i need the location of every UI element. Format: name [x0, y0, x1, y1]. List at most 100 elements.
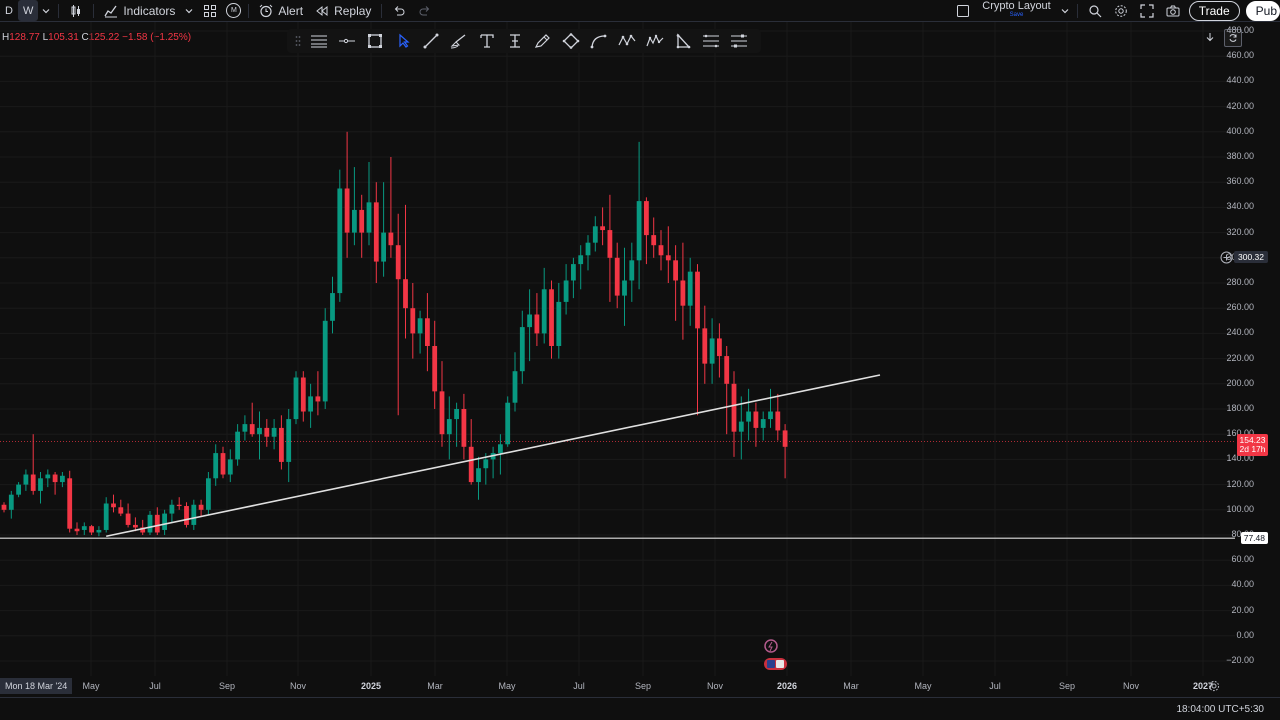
chevron-down-icon — [185, 8, 193, 13]
snapshot-button[interactable] — [1160, 0, 1186, 21]
current-price-label: 154.23 2d 17h — [1237, 434, 1268, 457]
candle-down — [264, 427, 270, 437]
tool-text-cursor[interactable] — [501, 29, 529, 53]
tool-cursor[interactable] — [389, 29, 417, 53]
drawing-toolbar — [287, 29, 761, 53]
redo-button[interactable] — [412, 0, 438, 21]
templates-button[interactable] — [197, 0, 223, 21]
publish-button[interactable]: Pub — [1243, 0, 1280, 21]
replay-button[interactable]: Replay — [309, 0, 377, 21]
grip-handle[interactable] — [291, 29, 305, 53]
scroll-to-latest-button[interactable] — [1202, 29, 1218, 45]
undo-button[interactable] — [386, 0, 412, 21]
chart-type-button[interactable] — [63, 0, 89, 21]
trade-button[interactable]: Trade — [1186, 0, 1243, 21]
candle-up — [592, 226, 598, 243]
chevron-down-icon — [42, 8, 50, 13]
tool-lines[interactable] — [305, 29, 333, 53]
candle-up — [38, 478, 43, 491]
m-badge-button[interactable]: M — [223, 0, 244, 21]
candle-down — [731, 383, 737, 432]
alert-button[interactable]: Alert — [253, 0, 309, 21]
indicators-dropdown[interactable] — [181, 0, 197, 21]
cursor-icon — [399, 33, 410, 48]
zigzag-icon — [618, 34, 636, 46]
tool-measure[interactable] — [725, 29, 753, 53]
tool-pen[interactable] — [529, 29, 557, 53]
price-tick-label: −20.00 — [1226, 655, 1254, 665]
horizontal-line-price-label: 77.48 — [1240, 532, 1268, 545]
candle-up — [454, 409, 459, 420]
price-tick-label: 40.00 — [1231, 579, 1254, 590]
tool-triangle[interactable] — [669, 29, 697, 53]
chart-grid — [0, 22, 1235, 676]
trade-label: Trade — [1188, 0, 1240, 21]
candle-down — [717, 338, 722, 357]
event-bolt-icon[interactable] — [764, 639, 778, 653]
candle-down — [753, 411, 759, 428]
candle-up — [446, 419, 452, 435]
time-tick-label: 2025 — [360, 681, 382, 691]
text-cursor-icon — [510, 34, 520, 48]
timeframe-w[interactable]: W — [17, 0, 39, 21]
timeframe-w-label: W — [22, 4, 34, 17]
price-tick-label: 60.00 — [1231, 554, 1254, 565]
timeframe-d[interactable]: D — [0, 0, 18, 21]
candle-up — [527, 314, 532, 328]
price-tick-label: 240.00 — [1226, 327, 1254, 338]
candle-up — [103, 503, 109, 530]
layout-dropdown[interactable] — [1057, 0, 1073, 21]
text-icon — [480, 34, 494, 48]
time-tick-label: Nov — [706, 681, 724, 691]
candle-up — [738, 421, 744, 432]
top-toolbar: D W Indicators M Alert Replay Crypto Lay… — [0, 0, 1280, 22]
replay-label: Replay — [334, 3, 372, 18]
time-tick-label: May — [914, 681, 932, 691]
layout-name: Crypto Layout — [982, 0, 1051, 12]
layout-button[interactable]: Crypto Layout Save — [950, 0, 1056, 21]
candle-up — [636, 201, 642, 261]
candle-down — [782, 430, 788, 447]
add-alert-plus-icon[interactable] — [1220, 251, 1233, 264]
pattern-icon — [646, 34, 664, 47]
tool-ray[interactable] — [333, 29, 361, 53]
rewind-icon — [316, 5, 328, 16]
tool-text[interactable] — [473, 29, 501, 53]
price-tick-label: 260.00 — [1226, 302, 1254, 313]
candle-down — [89, 526, 94, 533]
indicators-button[interactable]: Indicators — [98, 0, 181, 21]
candle-up — [512, 371, 518, 403]
axis-settings-icon[interactable] — [1208, 680, 1220, 692]
time-axis-cursor-label: Mon 18 Mar '24 — [0, 678, 73, 694]
event-markers[interactable] — [764, 639, 787, 670]
candle-down — [614, 257, 620, 296]
candle-up — [366, 202, 372, 233]
search-button[interactable] — [1082, 0, 1108, 21]
tool-trendline[interactable] — [417, 29, 445, 53]
clock-status[interactable]: 18:04:00 UTC+5:30 — [1176, 704, 1264, 715]
timeframe-dropdown[interactable] — [38, 0, 54, 21]
indicators-icon — [104, 5, 118, 17]
price-chart[interactable] — [0, 22, 1280, 676]
fullscreen-button[interactable] — [1134, 0, 1160, 21]
candle-down — [439, 391, 445, 435]
grid-icon — [204, 4, 217, 17]
tool-pattern[interactable] — [641, 29, 669, 53]
price-tick-label: 320.00 — [1226, 226, 1254, 237]
tool-brush[interactable] — [445, 29, 473, 53]
settings-button[interactable] — [1108, 0, 1134, 21]
tool-fib[interactable] — [697, 29, 725, 53]
tool-zigzag[interactable] — [613, 29, 641, 53]
candle-down — [154, 514, 160, 533]
candle-up — [746, 411, 751, 422]
candle-up — [162, 513, 167, 530]
tool-diamond[interactable] — [557, 29, 585, 53]
candle-up — [622, 280, 627, 296]
price-tick-label: 360.00 — [1226, 176, 1254, 187]
tool-rectangle[interactable] — [361, 29, 389, 53]
bolt-glyph-icon — [768, 641, 773, 652]
candle-up — [541, 289, 547, 334]
price-tick-label: 380.00 — [1226, 151, 1254, 161]
time-axis[interactable]: Mon 18 Mar '24 May Jul Sep Nov 2025 Mar May Jul… — [0, 676, 1240, 698]
tool-curve[interactable] — [585, 29, 613, 53]
